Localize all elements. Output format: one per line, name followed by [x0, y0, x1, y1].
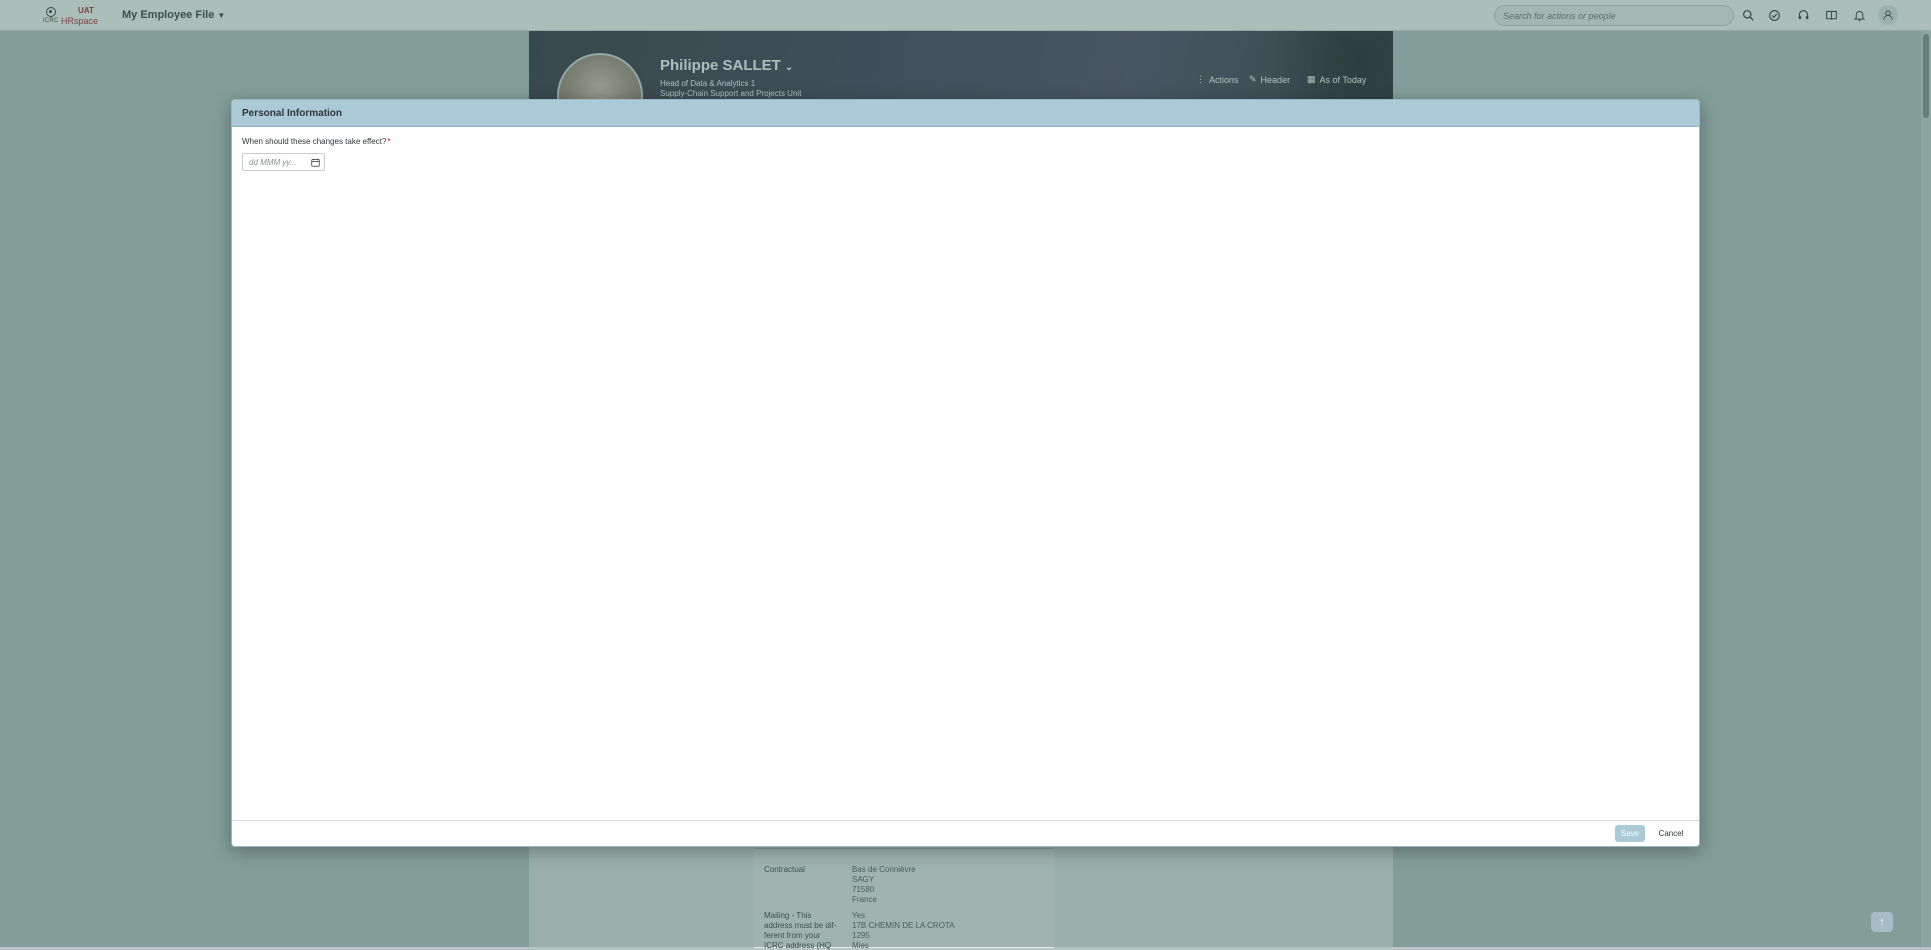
calendar-icon[interactable] — [309, 156, 321, 168]
scroll-to-top-button[interactable]: ↑ — [1871, 912, 1893, 932]
dialog-footer: Save Cancel — [232, 820, 1699, 846]
dialog-title: Personal Information — [242, 108, 343, 119]
personal-information-dialog: Personal Information When should these c… — [231, 99, 1700, 847]
effective-date-picker[interactable]: dd MMM yy... — [242, 153, 325, 171]
effective-date-question: When should these changes take effect? — [242, 137, 387, 146]
date-input-placeholder: dd MMM yy... — [249, 158, 297, 167]
save-button[interactable]: Save — [1615, 825, 1645, 842]
dialog-header: Personal Information — [232, 100, 1699, 127]
effective-date-label: When should these changes take effect?* — [242, 137, 391, 146]
cancel-button[interactable]: Cancel — [1655, 825, 1687, 842]
arrow-up-icon: ↑ — [1879, 916, 1885, 928]
required-asterisk: * — [387, 137, 391, 146]
